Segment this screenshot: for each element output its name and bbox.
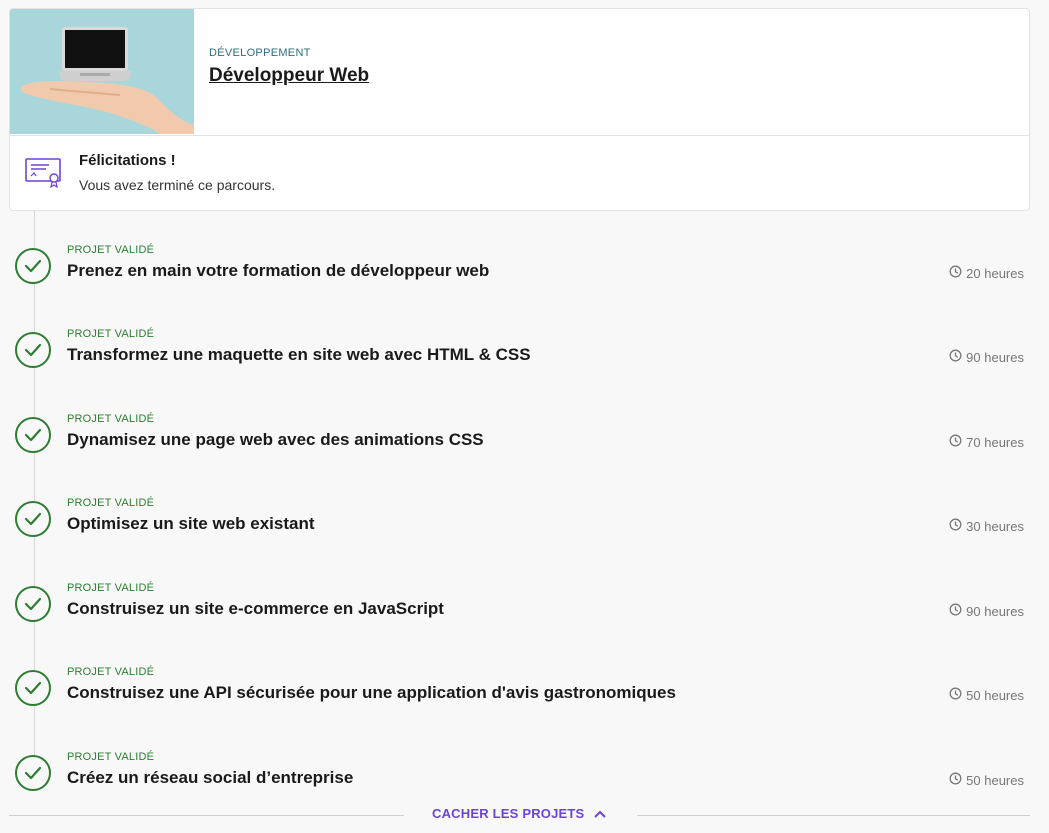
check-circle-icon xyxy=(15,248,51,284)
project-item[interactable]: PROJET VALIDÉ Construisez une API sécuri… xyxy=(0,666,1049,726)
project-duration-text: 50 heures xyxy=(966,687,1024,703)
project-item[interactable]: PROJET VALIDÉ Optimisez un site web exis… xyxy=(0,497,1049,557)
clock-icon xyxy=(949,265,962,281)
project-duration: 50 heures xyxy=(949,772,1024,788)
project-title[interactable]: Optimisez un site web existant xyxy=(67,514,315,534)
certificate-icon xyxy=(24,156,64,189)
check-circle-icon xyxy=(15,670,51,706)
divider-right xyxy=(637,815,1030,816)
path-title-link[interactable]: Développeur Web xyxy=(209,65,369,87)
path-card: DÉVELOPPEMENT Développeur Web Félicitati… xyxy=(9,8,1030,211)
project-status: PROJET VALIDÉ xyxy=(67,244,155,256)
project-duration: 30 heures xyxy=(949,518,1024,534)
project-item[interactable]: PROJET VALIDÉ Créez un réseau social d’e… xyxy=(0,751,1049,811)
project-title[interactable]: Dynamisez une page web avec des animatio… xyxy=(67,430,484,450)
project-duration-text: 50 heures xyxy=(966,772,1024,788)
project-status: PROJET VALIDÉ xyxy=(67,413,155,425)
project-duration: 90 heures xyxy=(949,349,1024,365)
project-title[interactable]: Construisez une API sécurisée pour une a… xyxy=(67,683,676,703)
check-circle-icon xyxy=(15,586,51,622)
path-thumbnail xyxy=(10,9,194,134)
project-title[interactable]: Construisez un site e-commerce en JavaSc… xyxy=(67,599,444,619)
path-header: DÉVELOPPEMENT Développeur Web xyxy=(10,9,1029,136)
project-title[interactable]: Prenez en main votre formation de dévelo… xyxy=(67,261,489,281)
project-duration-text: 70 heures xyxy=(966,434,1024,450)
project-status: PROJET VALIDÉ xyxy=(67,751,155,763)
clock-icon xyxy=(949,687,962,703)
clock-icon xyxy=(949,518,962,534)
path-category: DÉVELOPPEMENT xyxy=(209,47,311,59)
project-item[interactable]: PROJET VALIDÉ Construisez un site e-comm… xyxy=(0,582,1049,642)
project-duration: 20 heures xyxy=(949,265,1024,281)
project-duration: 90 heures xyxy=(949,603,1024,619)
clock-icon xyxy=(949,434,962,450)
completion-title: Félicitations ! xyxy=(79,152,176,169)
project-title[interactable]: Créez un réseau social d’entreprise xyxy=(67,768,353,788)
clock-icon xyxy=(949,603,962,619)
check-circle-icon xyxy=(15,332,51,368)
project-duration: 70 heures xyxy=(949,434,1024,450)
project-item[interactable]: PROJET VALIDÉ Prenez en main votre forma… xyxy=(0,244,1049,304)
project-item[interactable]: PROJET VALIDÉ Transformez une maquette e… xyxy=(0,328,1049,388)
project-duration: 50 heures xyxy=(949,687,1024,703)
chevron-up-icon xyxy=(594,806,607,821)
project-duration-text: 90 heures xyxy=(966,603,1024,619)
check-circle-icon xyxy=(15,501,51,537)
project-status: PROJET VALIDÉ xyxy=(67,497,155,509)
divider-left xyxy=(9,815,404,816)
project-status: PROJET VALIDÉ xyxy=(67,666,155,678)
hide-projects-label: CACHER LES PROJETS xyxy=(432,806,585,821)
project-duration-text: 20 heures xyxy=(966,265,1024,281)
project-duration-text: 30 heures xyxy=(966,518,1024,534)
clock-icon xyxy=(949,349,962,365)
project-item[interactable]: PROJET VALIDÉ Dynamisez une page web ave… xyxy=(0,413,1049,473)
hide-projects-button[interactable]: CACHER LES PROJETS xyxy=(432,806,607,821)
project-duration-text: 90 heures xyxy=(966,349,1024,365)
clock-icon xyxy=(949,772,962,788)
project-status: PROJET VALIDÉ xyxy=(67,328,155,340)
project-title[interactable]: Transformez une maquette en site web ave… xyxy=(67,345,531,365)
project-status: PROJET VALIDÉ xyxy=(67,582,155,594)
check-circle-icon xyxy=(15,755,51,791)
check-circle-icon xyxy=(15,417,51,453)
completion-message: Vous avez terminé ce parcours. xyxy=(79,177,276,193)
